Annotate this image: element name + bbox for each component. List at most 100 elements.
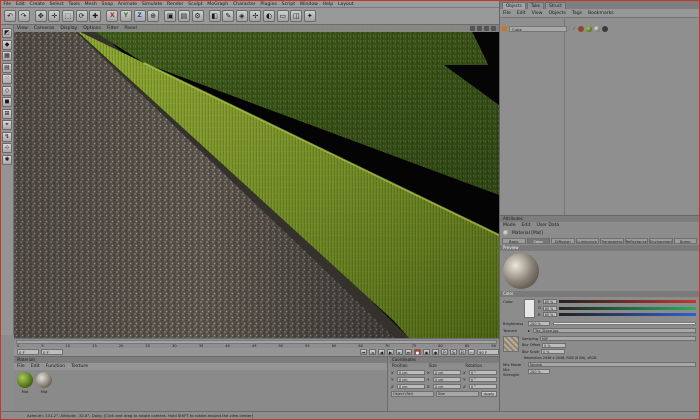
viewport-render[interactable] — [14, 25, 499, 338]
object-manager-divider[interactable] — [564, 18, 565, 215]
material-menu-item[interactable]: Function — [43, 363, 69, 370]
visibility-dots-icon[interactable]: ⁚ — [569, 26, 570, 31]
previous-key-icon[interactable]: ◂ — [369, 349, 376, 355]
coordinate-mode-dropdown[interactable]: Object (Rel) — [391, 391, 434, 397]
blur-offset-field[interactable]: 0 % — [542, 342, 567, 348]
channel-slider[interactable] — [559, 313, 696, 317]
stone-material-icon[interactable] — [36, 372, 52, 388]
object-menu-item[interactable]: File — [500, 9, 514, 18]
record-keys-icon[interactable]: ● — [414, 349, 421, 355]
menu-item[interactable]: Plugins — [258, 1, 279, 8]
channel-tab[interactable]: Reflectance — [624, 238, 648, 244]
end-frame-field[interactable]: 90 F — [477, 349, 499, 355]
redo-icon[interactable]: ↷ — [17, 10, 30, 22]
keyframe-selection-icon[interactable]: ◆ — [432, 349, 439, 355]
viewport-menu-item[interactable]: Cameras — [31, 25, 57, 32]
light-object-icon[interactable]: ✦ — [303, 10, 316, 22]
coordinate-system-icon[interactable]: ⊕ — [147, 10, 160, 22]
rotation-key-icon[interactable]: R — [459, 349, 466, 355]
render-settings-icon[interactable]: ⚙ — [191, 10, 204, 22]
object-menu-item[interactable]: Bookmarks — [585, 9, 617, 18]
channel-tab[interactable]: Bump — [673, 238, 697, 244]
model-mode-icon[interactable]: ◆ — [2, 39, 12, 50]
start-frame-field[interactable]: 0 F — [41, 349, 63, 355]
material-name[interactable]: Mat — [36, 390, 52, 394]
menu-item[interactable]: Render — [165, 1, 186, 8]
scale-tool-icon[interactable]: ⬚ — [61, 10, 74, 22]
go-to-start-icon[interactable]: ⏮ — [360, 349, 367, 355]
viewport-menu-item[interactable]: Panel — [121, 25, 139, 32]
object-menu-item[interactable]: Objects — [546, 9, 569, 18]
enabled-check-icon[interactable]: ✓ — [572, 26, 576, 32]
position-key-icon[interactable]: P — [441, 349, 448, 355]
viewport-menu-item[interactable]: Display — [57, 25, 80, 32]
pan-view-icon[interactable] — [470, 26, 475, 31]
object-menu-item[interactable]: Tags — [569, 9, 585, 18]
current-frame-field[interactable]: 0 F — [17, 349, 39, 355]
render-picture-viewer-icon[interactable]: ▤ — [177, 10, 190, 22]
menu-item[interactable]: Mesh — [82, 1, 99, 8]
texture-thumbnail[interactable] — [503, 336, 519, 352]
menu-item[interactable]: Snap — [99, 1, 115, 8]
material-menu-item[interactable]: File — [14, 363, 28, 370]
brightness-field[interactable]: 100 % — [528, 321, 550, 326]
mix-strength-field[interactable]: 100 % — [528, 369, 550, 374]
floor-object-icon[interactable]: ▭ — [276, 10, 289, 22]
size-field[interactable]: 0 cm — [433, 377, 461, 382]
viewport-menu-item[interactable]: Options — [80, 25, 104, 32]
menu-item[interactable]: Character — [231, 1, 258, 8]
stone-material-tag-icon[interactable] — [594, 25, 601, 32]
camera-object-icon[interactable]: ◫ — [290, 10, 303, 22]
menu-item[interactable]: Help — [320, 1, 335, 8]
texture-mode-icon[interactable]: ▦ — [2, 51, 12, 61]
rotation-field[interactable]: 0 ° — [469, 370, 497, 375]
grass-material-icon[interactable] — [17, 372, 33, 388]
scale-key-icon[interactable]: S — [450, 349, 457, 355]
object-menu-item[interactable]: View — [529, 9, 546, 18]
texture-dropdown-arrow-icon[interactable]: ▸ — [528, 328, 530, 333]
object-row[interactable]: Cube ⁚ ✓ — [502, 25, 698, 32]
workplane-icon[interactable]: ▤ — [2, 62, 12, 73]
channel-tab[interactable]: Diffusion — [551, 238, 575, 244]
toggle-view-icon[interactable] — [491, 26, 496, 31]
recent-tool-icon[interactable]: ✚ — [89, 10, 102, 22]
axis-mode-icon[interactable]: ⊹ — [2, 143, 12, 153]
attribute-menu-item[interactable]: Edit — [519, 222, 534, 229]
timeline[interactable]: 0 5 10 15 20 25 30 35 40 45 50 55 60 65 70 75 80 85 90 — [14, 338, 499, 348]
channel-value-field[interactable]: 80 % — [543, 299, 557, 304]
y-axis-lock-icon[interactable]: Y — [119, 10, 132, 22]
channel-value-field[interactable]: 80 % — [543, 305, 557, 311]
viewport-menu-item[interactable]: Filter — [104, 25, 121, 32]
material-menu-item[interactable]: Texture — [68, 363, 91, 370]
menu-item[interactable]: Layout — [336, 1, 356, 8]
undo-icon[interactable]: ↶ — [4, 10, 16, 22]
polygons-mode-icon[interactable]: ◼ — [2, 97, 12, 107]
menu-item[interactable]: File — [1, 1, 13, 8]
zoom-view-icon[interactable] — [477, 26, 482, 31]
move-tool-icon[interactable]: ✛ — [48, 10, 61, 22]
rotate-view-icon[interactable] — [484, 26, 489, 31]
material-preview-ball[interactable] — [503, 253, 539, 289]
subdivision-surface-icon[interactable]: ◈ — [235, 10, 248, 22]
play-forwards-icon[interactable]: ▶ — [387, 349, 394, 355]
tweak-mode-icon[interactable]: ↯ — [2, 131, 12, 142]
menu-item[interactable]: Select — [47, 1, 66, 8]
object-name[interactable]: Cube — [509, 25, 567, 32]
channel-tab[interactable]: Environment — [649, 238, 673, 244]
position-field[interactable]: 0 cm — [397, 370, 425, 375]
array-generator-icon[interactable]: ✢ — [249, 10, 262, 22]
autokey-icon[interactable]: ◉ — [423, 349, 430, 355]
attribute-menu-item[interactable]: User Data — [533, 222, 562, 229]
menu-item[interactable]: Window — [297, 1, 320, 8]
uvw-mode-icon[interactable]: ⊞ — [2, 108, 12, 119]
pen-spline-icon[interactable]: ✎ — [222, 10, 235, 22]
render-view-icon[interactable]: ▣ — [164, 10, 177, 22]
rotate-tool-icon[interactable]: ⟳ — [75, 10, 88, 22]
grass-material-tag-icon[interactable] — [586, 25, 593, 32]
rotation-field[interactable]: 0 ° — [469, 377, 497, 382]
menu-item[interactable]: MoGraph — [205, 1, 231, 8]
apply-button[interactable]: Apply — [481, 391, 497, 397]
menu-item[interactable]: Simulate — [140, 1, 165, 8]
cube-primitive-icon[interactable]: ◧ — [208, 10, 221, 22]
go-to-end-icon[interactable]: ⏭ — [405, 349, 412, 355]
